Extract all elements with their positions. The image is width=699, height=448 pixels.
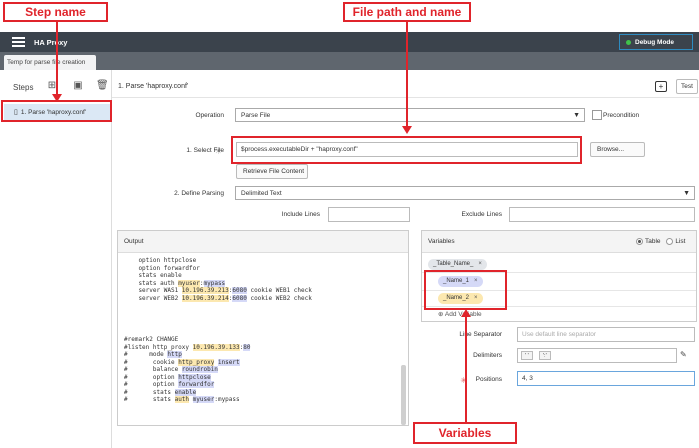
list-radio-label: List xyxy=(675,238,686,246)
trash-icon[interactable]: 🗑 xyxy=(96,80,109,92)
line-separator-input[interactable]: Use default line separator xyxy=(517,327,695,342)
annotation-arrow xyxy=(465,316,467,422)
steps-title: Steps xyxy=(13,83,34,92)
output-line: server WEB2 10.196.39.214:6080 cookie WE… xyxy=(124,294,312,302)
annotation-arrow-head xyxy=(402,126,412,134)
variable-chip-table-name[interactable]: _Table_Name_ × xyxy=(428,259,487,270)
save-step-icon[interactable]: ▣ xyxy=(72,80,84,92)
test-button[interactable]: Test xyxy=(676,79,698,94)
output-line: #remark2 CHANGE xyxy=(124,336,179,343)
include-lines-label: Include Lines xyxy=(281,211,320,218)
include-lines-input[interactable] xyxy=(328,207,410,222)
output-line: # stats auth myuser:mypass xyxy=(124,396,240,403)
define-parsing-select[interactable]: Delimited Text ▼ xyxy=(235,186,695,200)
output-line: server WAS1 10.196.39.213:6080 cookie WE… xyxy=(124,287,312,294)
annotation-arrow xyxy=(406,22,408,128)
status-dot-icon xyxy=(626,39,631,45)
line-separator-label: Line Separator xyxy=(459,331,502,338)
plus-circle-icon: ⊕ xyxy=(438,311,444,318)
tab-parse-file-creation[interactable]: Temp for parse file creation xyxy=(4,55,96,70)
output-line: # balance roundrobin xyxy=(124,366,218,373)
delimiter-chip[interactable]: ' ' xyxy=(521,351,533,360)
annotation-step-frame xyxy=(1,100,112,122)
operation-value: Parse File xyxy=(241,112,271,119)
operation-label: Operation xyxy=(195,112,224,119)
add-variable-link[interactable]: ⊕ Add Variable xyxy=(438,310,482,318)
operation-select[interactable]: Parse File ▼ xyxy=(235,108,585,122)
output-text-block-2: #remark2 CHANGE #listen http_proxy 10.19… xyxy=(124,336,251,404)
debug-mode-button[interactable]: Debug Mode xyxy=(619,34,693,50)
tab-strip xyxy=(0,52,699,70)
output-line: option forwardfor xyxy=(124,264,200,272)
delimiters-label: Delimiters xyxy=(473,352,502,359)
top-bar xyxy=(0,32,699,52)
list-radio[interactable] xyxy=(666,238,674,245)
chevron-down-icon: ▼ xyxy=(683,190,690,197)
exclude-lines-label: Exclude Lines xyxy=(461,211,502,218)
delimiter-chip[interactable]: ':' xyxy=(539,351,551,360)
output-text-block-1: option httpclose option forwardfor stats… xyxy=(124,257,312,302)
hamburger-menu-icon[interactable] xyxy=(12,37,25,47)
define-parsing-label: 2. Define Parsing xyxy=(174,190,224,197)
chip-label: _Table_Name_ xyxy=(433,261,474,267)
output-line: #listen http_proxy 10.196.39.133:80 xyxy=(124,343,251,351)
precondition-label: Precondition xyxy=(603,112,640,119)
browse-button[interactable]: Browse... xyxy=(590,142,645,157)
precondition-checkbox[interactable] xyxy=(592,110,602,120)
table-radio[interactable] xyxy=(636,238,643,245)
output-line: stats enable xyxy=(124,272,182,279)
step-heading: 1. Parse 'haproxy.conf' xyxy=(118,83,189,90)
output-title: Output xyxy=(118,231,408,253)
output-line: # cookie http_proxy insert xyxy=(124,358,240,366)
close-icon[interactable]: × xyxy=(478,261,482,267)
add-comment-icon[interactable]: + xyxy=(655,81,667,92)
steps-panel xyxy=(0,70,112,448)
output-line: option httpclose xyxy=(124,257,197,264)
output-line: # option forwardfor xyxy=(124,381,215,388)
variables-mode-toggle: Table List xyxy=(636,238,685,245)
debug-mode-label: Debug Mode xyxy=(635,38,674,46)
output-line: stats auth myuser:mypass xyxy=(124,279,226,287)
positions-input[interactable]: 4, 3 xyxy=(517,371,695,386)
retrieve-file-content-button[interactable]: Retrieve File Content xyxy=(236,164,308,179)
output-scrollbar[interactable] xyxy=(401,365,406,425)
app-title: HA Proxy xyxy=(34,38,68,47)
output-line: # mode http xyxy=(124,351,182,358)
annotation-step-name: Step name xyxy=(3,2,108,22)
positions-label: Positions xyxy=(475,376,502,383)
annotation-file-frame xyxy=(231,136,582,164)
pencil-icon[interactable]: ✎ xyxy=(680,350,687,359)
define-parsing-value: Delimited Text xyxy=(241,190,282,197)
output-line: # option httpclose xyxy=(124,373,211,381)
annotation-variables-frame xyxy=(424,270,507,310)
exclude-lines-input[interactable] xyxy=(509,207,695,222)
annotation-variables: Variables xyxy=(413,422,517,444)
output-line: # stats enable xyxy=(124,388,197,396)
select-file-label: 1. Select File xyxy=(186,147,224,154)
annotation-file-path: File path and name xyxy=(343,2,471,22)
chevron-down-icon: ▼ xyxy=(573,112,580,119)
table-radio-label: Table xyxy=(645,238,661,246)
annotation-arrow xyxy=(56,22,58,96)
